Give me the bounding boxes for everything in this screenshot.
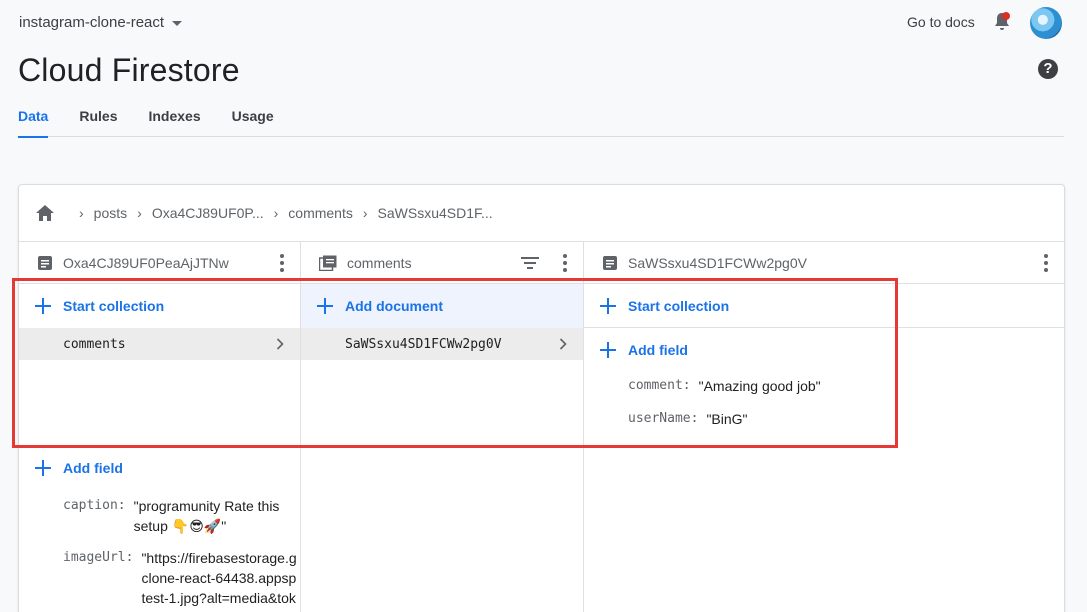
- field-row[interactable]: userName: "BinG": [584, 409, 1064, 429]
- add-icon: [35, 460, 51, 476]
- start-collection-label: Start collection: [63, 298, 165, 314]
- field-value: "Amazing good job": [698, 378, 821, 394]
- add-icon: [600, 297, 616, 314]
- field-row[interactable]: imageUrl: "https://firebasestorage.g clo…: [19, 548, 301, 608]
- document-column: SaWSsxu4SD1FCWw2pg0V Start collection Ad…: [584, 242, 1064, 612]
- avatar[interactable]: [1030, 7, 1062, 39]
- start-collection-button[interactable]: Start collection: [19, 284, 300, 328]
- field-value: "BinG": [706, 411, 748, 427]
- chevron-right-icon: ›: [79, 205, 84, 221]
- project-name: instagram-clone-react: [19, 14, 165, 31]
- home-icon[interactable]: [35, 204, 55, 222]
- chevron-right-icon: ›: [273, 205, 279, 221]
- go-to-docs-link[interactable]: Go to docs: [907, 14, 975, 30]
- more-vert-icon[interactable]: [563, 254, 567, 272]
- tab-indexes[interactable]: Indexes: [148, 108, 200, 137]
- column-header: Oxa4CJ89UF0PeaAjJTNw: [19, 242, 300, 284]
- add-field-button[interactable]: Add field: [19, 446, 300, 490]
- column-header: SaWSsxu4SD1FCWw2pg0V: [584, 242, 1064, 284]
- data-panel: › posts › Oxa4CJ89UF0P... › comments › S…: [18, 184, 1065, 612]
- collection-column: comments Add document SaWSsxu4SD1FCWw2pg…: [301, 242, 584, 612]
- column-header: comments: [301, 242, 583, 284]
- field-key: caption:: [63, 498, 126, 513]
- breadcrumb-item-comments[interactable]: comments: [288, 205, 353, 221]
- add-document-button[interactable]: Add document: [301, 284, 583, 328]
- tab-rules[interactable]: Rules: [79, 108, 117, 137]
- breadcrumb-item-comment-doc[interactable]: SaWSsxu4SD1F...: [378, 205, 493, 221]
- chevron-right-icon: ›: [137, 205, 142, 221]
- breadcrumb-item-post-doc[interactable]: Oxa4CJ89UF0P...: [152, 205, 264, 221]
- parent-document-column: Oxa4CJ89UF0PeaAjJTNw Start collection co…: [19, 242, 301, 612]
- field-row[interactable]: comment: "Amazing good job": [584, 376, 1064, 396]
- tab-usage[interactable]: Usage: [232, 108, 274, 137]
- add-field-button[interactable]: Add field: [584, 328, 1064, 372]
- column-title: Oxa4CJ89UF0PeaAjJTNw: [63, 254, 229, 271]
- collection-icon: [319, 255, 337, 271]
- collection-item[interactable]: comments: [19, 328, 300, 360]
- field-value: "programunity Rate this setup 👇😎🚀": [133, 498, 280, 534]
- tab-bar: Data Rules Indexes Usage: [18, 108, 1064, 138]
- breadcrumb-item-posts[interactable]: posts: [94, 205, 127, 221]
- field-key: comment:: [628, 378, 691, 393]
- start-collection-label: Start collection: [628, 297, 730, 314]
- start-collection-button[interactable]: Start collection: [584, 284, 1064, 328]
- bell-icon[interactable]: [993, 12, 1011, 32]
- add-icon: [35, 298, 51, 314]
- field-key: userName:: [628, 411, 699, 426]
- collection-name: comments: [63, 336, 126, 352]
- chevron-right-icon: ›: [362, 205, 368, 221]
- chevron-down-icon: [172, 21, 183, 26]
- add-field-label: Add field: [628, 342, 688, 358]
- chevron-right-icon: [559, 338, 567, 350]
- tab-data[interactable]: Data: [18, 108, 49, 138]
- add-field-label: Add field: [63, 460, 123, 476]
- document-icon: [603, 255, 617, 270]
- column-title: comments: [347, 254, 412, 271]
- project-selector[interactable]: instagram-clone-react: [19, 14, 183, 31]
- add-icon: [317, 298, 333, 314]
- breadcrumb: › posts › Oxa4CJ89UF0P... › comments › S…: [19, 185, 1064, 242]
- more-vert-icon[interactable]: [280, 254, 284, 272]
- document-id: SaWSsxu4SD1FCWw2pg0V: [345, 336, 502, 352]
- field-value: "https://firebasestorage.g clone-react-6…: [141, 550, 297, 606]
- top-bar: instagram-clone-react Go to docs: [0, 0, 1087, 46]
- page-title: Cloud Firestore: [18, 52, 240, 88]
- document-item[interactable]: SaWSsxu4SD1FCWw2pg0V: [301, 328, 583, 360]
- document-icon: [38, 255, 52, 270]
- field-row[interactable]: caption: "programunity Rate this setup 👇…: [19, 496, 300, 536]
- more-vert-icon[interactable]: [1044, 254, 1048, 272]
- chevron-right-icon: [276, 338, 284, 350]
- add-document-label: Add document: [345, 298, 443, 314]
- help-icon[interactable]: ?: [1038, 59, 1058, 79]
- field-key: imageUrl:: [63, 550, 134, 565]
- column-title: SaWSsxu4SD1FCWw2pg0V: [628, 254, 807, 271]
- add-icon: [600, 342, 616, 358]
- filter-icon[interactable]: [521, 256, 539, 270]
